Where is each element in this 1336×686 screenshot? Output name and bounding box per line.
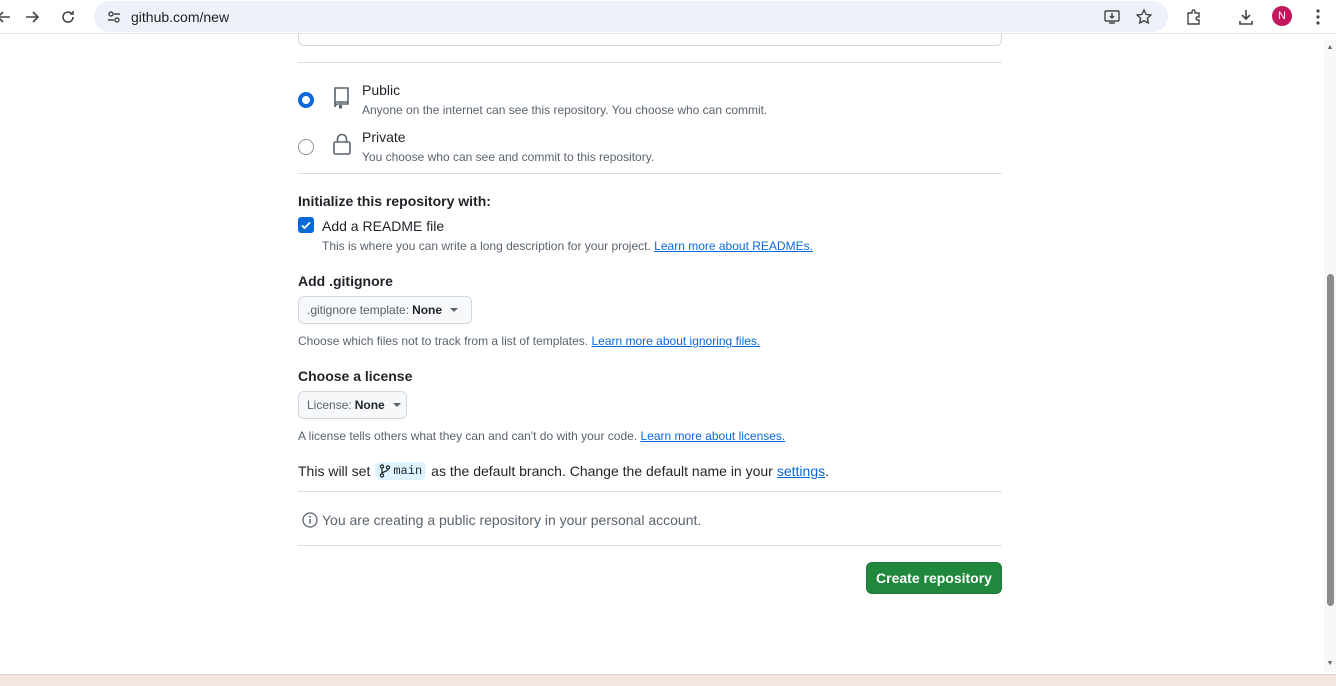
- url-text[interactable]: github.com/new: [131, 9, 229, 25]
- branch-chip: main: [375, 462, 427, 480]
- caret-down-icon: [392, 403, 401, 407]
- scroll-down-icon[interactable]: ▼: [1326, 660, 1334, 668]
- profile-avatar[interactable]: N: [1272, 6, 1292, 26]
- description-field-edge[interactable]: [298, 34, 1002, 46]
- license-note-text: A license tells others what they can and…: [298, 429, 638, 443]
- private-title: Private: [362, 129, 406, 145]
- initialize-heading: Initialize this repository with:: [298, 193, 491, 209]
- gitignore-select-prefix: .gitignore template:: [307, 303, 410, 317]
- branch-text-after: as the default branch. Change the defaul…: [431, 463, 773, 479]
- readme-learn-more-link[interactable]: Learn more about READMEs.: [654, 239, 813, 253]
- forward-icon[interactable]: [20, 5, 44, 29]
- taskbar-edge: [0, 674, 1336, 686]
- divider: [298, 545, 1002, 546]
- reload-icon[interactable]: [56, 5, 80, 29]
- branch-period: .: [825, 463, 829, 479]
- private-description: You choose who can see and commit to thi…: [362, 150, 655, 164]
- scroll-up-icon[interactable]: ▲: [1326, 44, 1334, 52]
- checkmark-icon: [301, 221, 311, 230]
- gitignore-heading: Add .gitignore: [298, 273, 393, 289]
- extensions-icon[interactable]: [1182, 5, 1206, 29]
- readme-checkbox[interactable]: [298, 217, 314, 233]
- bookmark-star-icon[interactable]: [1132, 5, 1156, 29]
- menu-kebab-icon[interactable]: [1306, 5, 1330, 29]
- caret-down-icon: [450, 308, 459, 312]
- license-note: A license tells others what they can and…: [298, 429, 785, 443]
- back-icon[interactable]: [0, 5, 16, 29]
- default-branch-text: This will set main as the default branch…: [298, 460, 829, 482]
- license-select-value: None: [354, 398, 385, 412]
- branch-name: main: [393, 464, 423, 478]
- public-radio[interactable]: [298, 92, 314, 108]
- create-repository-button[interactable]: Create repository: [866, 562, 1002, 594]
- license-select-prefix: License:: [307, 398, 352, 412]
- install-app-icon[interactable]: [1100, 5, 1124, 29]
- public-title: Public: [362, 82, 401, 98]
- private-radio[interactable]: [298, 139, 314, 155]
- gitignore-note-text: Choose which files not to track from a l…: [298, 334, 589, 348]
- public-description: Anyone on the internet can see this repo…: [362, 103, 768, 117]
- info-message: You are creating a public repository in …: [302, 510, 701, 530]
- browser-toolbar: github.com/new N: [0, 0, 1336, 34]
- readme-note-text: This is where you can write a long descr…: [322, 239, 651, 253]
- downloads-icon[interactable]: [1234, 5, 1258, 29]
- readme-note: This is where you can write a long descr…: [322, 239, 813, 253]
- git-branch-icon: [380, 464, 391, 478]
- gitignore-select-value: None: [412, 303, 443, 317]
- settings-link[interactable]: settings: [777, 463, 825, 479]
- license-heading: Choose a license: [298, 368, 413, 384]
- gitignore-template-select[interactable]: .gitignore template: None: [298, 296, 472, 324]
- gitignore-learn-more-link[interactable]: Learn more about ignoring files.: [591, 334, 760, 348]
- info-message-text: You are creating a public repository in …: [322, 512, 702, 528]
- divider: [298, 491, 1002, 492]
- divider: [298, 62, 1002, 63]
- readme-label[interactable]: Add a README file: [322, 218, 444, 234]
- info-icon: [302, 512, 318, 528]
- vertical-scrollbar[interactable]: ▲ ▼: [1324, 40, 1336, 672]
- license-select[interactable]: License: None: [298, 391, 407, 419]
- divider: [298, 173, 1002, 174]
- scroll-thumb[interactable]: [1327, 274, 1334, 606]
- address-bar[interactable]: github.com/new: [94, 1, 1168, 32]
- site-info-icon[interactable]: [102, 5, 126, 29]
- branch-text-before: This will set: [298, 463, 371, 479]
- license-learn-more-link[interactable]: Learn more about licenses.: [641, 429, 786, 443]
- lock-icon: [330, 132, 354, 156]
- gitignore-note: Choose which files not to track from a l…: [298, 334, 760, 348]
- repo-icon: [330, 85, 354, 109]
